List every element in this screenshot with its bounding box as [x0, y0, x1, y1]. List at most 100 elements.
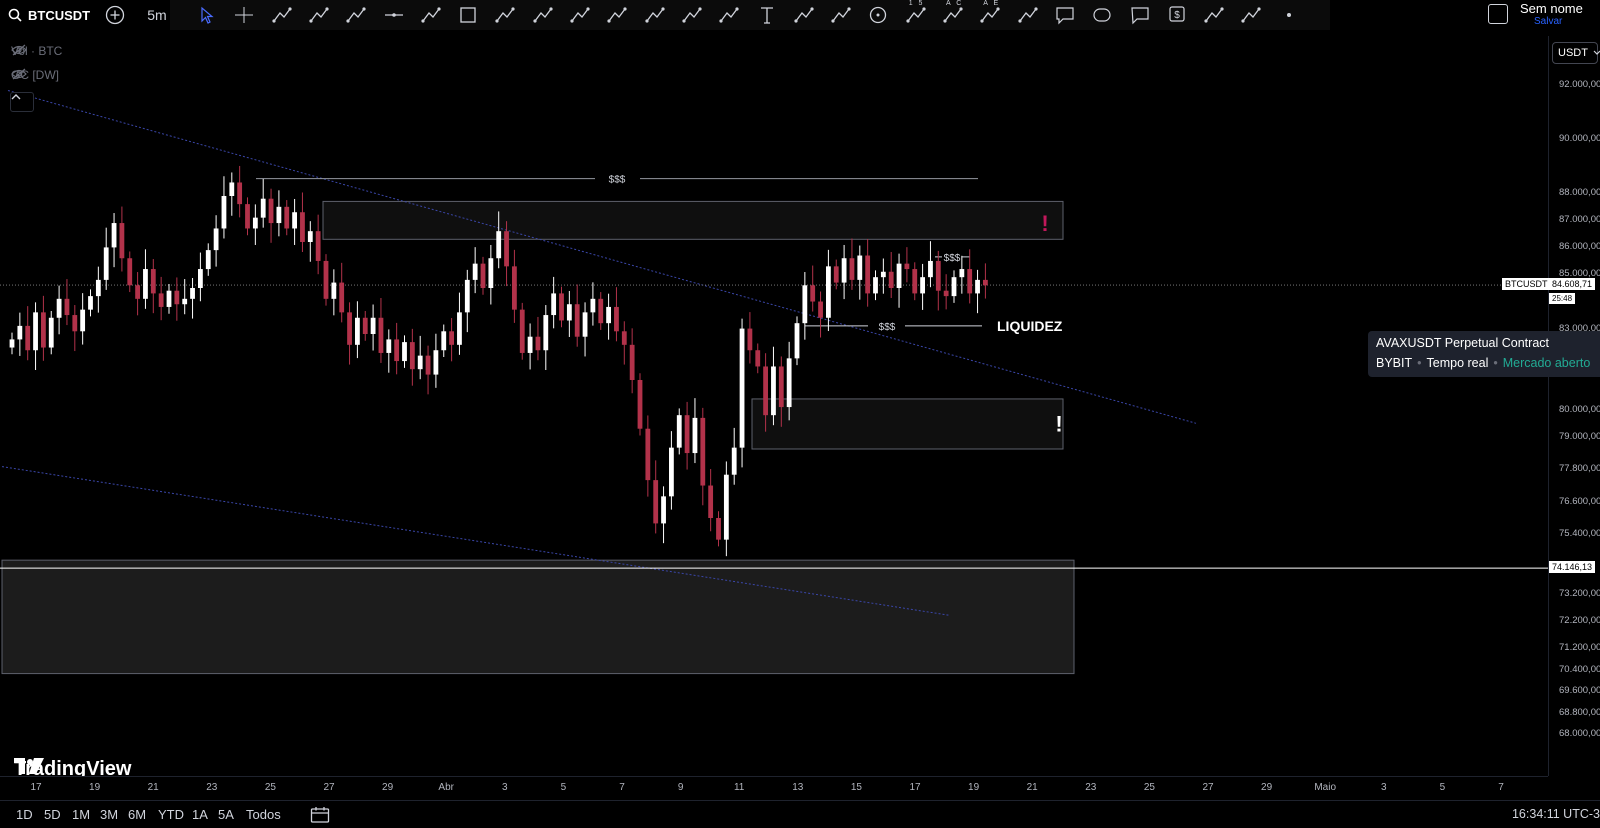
eraser-icon[interactable] — [1017, 5, 1039, 25]
price-tick-label: 68.800,00 — [1559, 706, 1600, 718]
candle-body — [355, 317, 360, 345]
range-button-5d[interactable]: 5D — [44, 807, 61, 822]
candle-body — [582, 312, 588, 337]
candle-body — [488, 258, 494, 288]
candle-body — [158, 293, 164, 307]
note-icon[interactable] — [1129, 5, 1151, 25]
alert-marker-white: ! — [1055, 411, 1062, 436]
layout-save-button[interactable]: Sem nome Salvar — [1520, 2, 1598, 28]
price-axis[interactable]: 92.000,00 90.000,00 88.000,00 87.000,00 86.0… — [1548, 36, 1600, 776]
circle-icon[interactable] — [867, 5, 889, 25]
range-button-1a[interactable]: 1A — [192, 807, 208, 822]
range-button-1d[interactable]: 1D — [16, 807, 33, 822]
candle-body — [339, 282, 345, 313]
time-tick-label: 23 — [1085, 782, 1097, 793]
candle-body — [80, 309, 86, 332]
clock[interactable]: 16:34:11 UTC-3 — [1512, 807, 1600, 821]
symbol-search[interactable]: BTCUSDT — [8, 4, 90, 26]
path-icon[interactable] — [420, 5, 442, 25]
candle-body — [143, 269, 148, 299]
candle-body — [637, 380, 643, 429]
interval-button[interactable]: 5m — [145, 3, 169, 27]
currency-selector[interactable]: USDT — [1552, 42, 1600, 64]
candle-body — [496, 231, 502, 259]
measure-icon[interactable] — [1240, 5, 1262, 25]
price-label-icon[interactable]: $ — [1166, 5, 1188, 25]
candle-body — [967, 269, 973, 294]
candle-body — [370, 317, 376, 334]
price-chart[interactable]: $$$ $$$ $$$ LIQUIDEZ!! — [0, 36, 1548, 776]
text-icon[interactable] — [756, 5, 778, 25]
crosshair-icon[interactable] — [233, 5, 255, 25]
xabcd-icon[interactable] — [905, 5, 927, 25]
compare-symbol-button[interactable] — [104, 3, 126, 27]
collapse-legend-button[interactable] — [10, 92, 34, 112]
ray-icon[interactable] — [345, 5, 367, 25]
range-button-5a[interactable]: 5A — [218, 807, 234, 822]
date-range-icon[interactable] — [310, 806, 330, 828]
liquidity-label-small: $$$ — [944, 253, 961, 264]
time-axis[interactable]: 17 19 21 23 25 27 29 Abr 3 5 7 9 11 13 15 17 19 21 23 25 27 2… — [0, 776, 1548, 798]
range-button-todos[interactable]: Todos — [246, 807, 281, 822]
rectangle-icon[interactable] — [457, 5, 479, 25]
layout-icon[interactable] — [1488, 4, 1508, 24]
time-tick-label: 9 — [677, 782, 684, 793]
candle-body — [17, 325, 23, 340]
time-tick-label: 3 — [1381, 782, 1387, 793]
candle-body — [72, 315, 78, 332]
pitchfork-icon[interactable] — [644, 5, 666, 25]
abcd-icon[interactable] — [942, 5, 964, 25]
range-button-3m[interactable]: 3M — [100, 807, 118, 822]
candle-body — [190, 288, 195, 299]
range-button-1m[interactable]: 1M — [72, 807, 90, 822]
price-tick-label: 75.400,00 — [1559, 528, 1600, 540]
price-tick-label: 68.000,00 — [1559, 728, 1600, 740]
chevron-down-icon — [1593, 47, 1600, 59]
polyline-icon[interactable] — [606, 5, 628, 25]
candle-body — [684, 415, 690, 454]
candle-body — [237, 182, 243, 205]
trendline-icon[interactable] — [271, 5, 293, 25]
anchored-vwap-icon[interactable] — [1203, 5, 1225, 25]
time-tick-label: 5 — [1439, 782, 1446, 793]
candle-body — [755, 350, 761, 367]
candle-body — [441, 331, 447, 351]
comment-icon[interactable] — [1054, 5, 1076, 25]
time-tick-label: 21 — [147, 782, 159, 793]
chart-pane[interactable]: $$$ $$$ $$$ LIQUIDEZ!! Vol · BTC GC [DW] Tr… — [0, 36, 1548, 776]
fib-icon[interactable] — [494, 5, 516, 25]
horizontal-line-icon[interactable] — [383, 5, 405, 25]
popup-exchange: BYBIT — [1376, 356, 1413, 370]
brush-icon[interactable] — [793, 5, 815, 25]
candle-body — [331, 282, 337, 299]
parallel-channel-icon[interactable] — [532, 5, 554, 25]
demand-zone-low — [1, 559, 1075, 675]
candle-body — [245, 204, 250, 229]
candle-body — [888, 271, 894, 288]
elliott-tool-label: A C — [946, 0, 964, 7]
curve-icon[interactable] — [308, 5, 330, 25]
symbol-info-popup: AVAXUSDT Perpetual Contract BYBIT • Temp… — [1368, 331, 1600, 377]
time-tick-label: 13 — [792, 782, 804, 793]
candle-body — [716, 518, 721, 540]
callout-icon[interactable] — [1091, 5, 1113, 25]
more-icon[interactable] — [1278, 5, 1300, 25]
regression-icon[interactable] — [718, 5, 740, 25]
liquidity-label-top: $$$ — [609, 175, 626, 186]
search-icon — [8, 8, 22, 22]
range-button-ytd[interactable]: YTD — [158, 807, 184, 822]
candle-body — [731, 447, 737, 475]
candle-body — [9, 339, 15, 348]
cursor-icon[interactable] — [196, 5, 218, 25]
candle-body — [480, 263, 486, 288]
arc-icon[interactable] — [569, 5, 591, 25]
candle-body — [174, 290, 180, 305]
arrow-icon[interactable] — [830, 5, 852, 25]
candle-body — [653, 480, 659, 524]
gann-icon[interactable] — [681, 5, 703, 25]
elliott-icon[interactable] — [979, 5, 1001, 25]
demand-zone-mid — [751, 398, 1064, 450]
popup-feed: Tempo real — [1426, 356, 1489, 370]
range-button-6m[interactable]: 6M — [128, 807, 146, 822]
candle-body — [378, 317, 384, 353]
